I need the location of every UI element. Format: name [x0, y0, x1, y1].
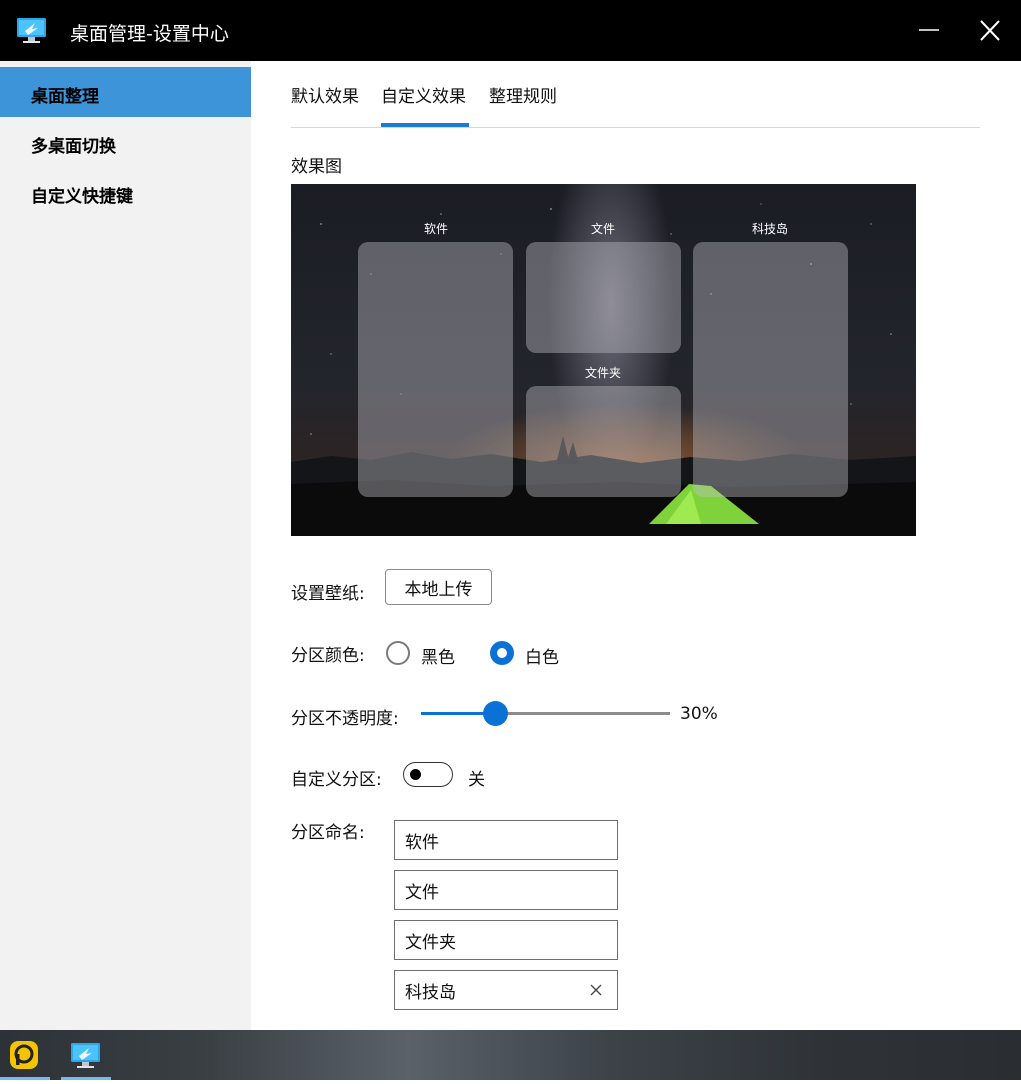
close-button[interactable] [972, 14, 1008, 48]
tab-divider [291, 127, 980, 128]
wallpaper-label: 设置壁纸: [291, 584, 365, 604]
custom-partition-label: 自定义分区: [291, 770, 382, 790]
taskbar-app-desktop-manager[interactable] [61, 1030, 111, 1080]
clear-input-icon[interactable] [589, 983, 603, 997]
taskbar-app-assistant[interactable] [0, 1030, 50, 1080]
radio-black-label: 黑色 [421, 648, 455, 668]
tab-custom-effect[interactable]: 自定义效果 [381, 82, 466, 107]
radio-white-label: 白色 [525, 648, 559, 668]
zone-files [526, 242, 681, 353]
toggle-state-label: 关 [468, 770, 485, 790]
sidebar-item-custom-shortcuts[interactable]: 自定义快捷键 [0, 167, 251, 217]
zone-label: 软件 [423, 222, 449, 236]
title-bar: 桌面管理-设置中心 [0, 0, 1021, 61]
desktop-manager-icon [71, 1043, 100, 1068]
partition-name-input[interactable] [394, 970, 618, 1010]
opacity-slider[interactable] [421, 712, 670, 715]
partition-name-input[interactable] [394, 820, 618, 860]
window-title: 桌面管理-设置中心 [70, 23, 229, 45]
opacity-label: 分区不透明度: [291, 709, 399, 729]
toggle-knob [410, 769, 421, 780]
upload-button[interactable]: 本地上传 [385, 569, 492, 605]
partition-name-input[interactable] [394, 870, 618, 910]
active-tab-indicator [381, 123, 469, 127]
sidebar: 桌面整理 多桌面切换 自定义快捷键 [0, 61, 251, 1030]
zone-tech-island [693, 242, 848, 497]
custom-partition-toggle[interactable] [403, 762, 453, 787]
sidebar-item-label: 多桌面切换 [31, 137, 116, 157]
sidebar-item-label: 自定义快捷键 [31, 187, 133, 207]
minimize-button[interactable] [911, 14, 947, 48]
sidebar-item-label: 桌面整理 [31, 87, 99, 107]
zone-label: 文件夹 [584, 366, 622, 380]
zone-label: 文件 [590, 222, 616, 236]
close-icon [980, 20, 1000, 41]
zone-folders [526, 386, 681, 497]
monitor-icon [17, 18, 46, 43]
assistant-app-icon [10, 1041, 38, 1069]
sidebar-item-multi-desktop[interactable]: 多桌面切换 [0, 117, 251, 167]
main-panel: 默认效果 自定义效果 整理规则 效果图 软件 文件 文件夹 科技岛 设置壁纸: … [251, 61, 1021, 1030]
radio-black[interactable] [386, 641, 410, 665]
radio-white[interactable] [490, 641, 514, 665]
zone-label: 科技岛 [751, 222, 789, 236]
preview-image: 软件 文件 文件夹 科技岛 [291, 184, 916, 536]
tab-organize-rules[interactable]: 整理规则 [489, 82, 557, 107]
partition-name-input[interactable] [394, 920, 618, 960]
tab-default-effect[interactable]: 默认效果 [291, 82, 359, 107]
slider-thumb[interactable] [483, 701, 509, 726]
taskbar [0, 1030, 1021, 1080]
minimize-icon [919, 29, 939, 31]
partition-color-label: 分区颜色: [291, 646, 365, 666]
opacity-value: 30% [680, 704, 718, 724]
partition-names-label: 分区命名: [291, 823, 365, 843]
zone-software [358, 242, 513, 497]
preview-label: 效果图 [291, 157, 342, 177]
sidebar-item-desktop-organize[interactable]: 桌面整理 [0, 67, 251, 117]
